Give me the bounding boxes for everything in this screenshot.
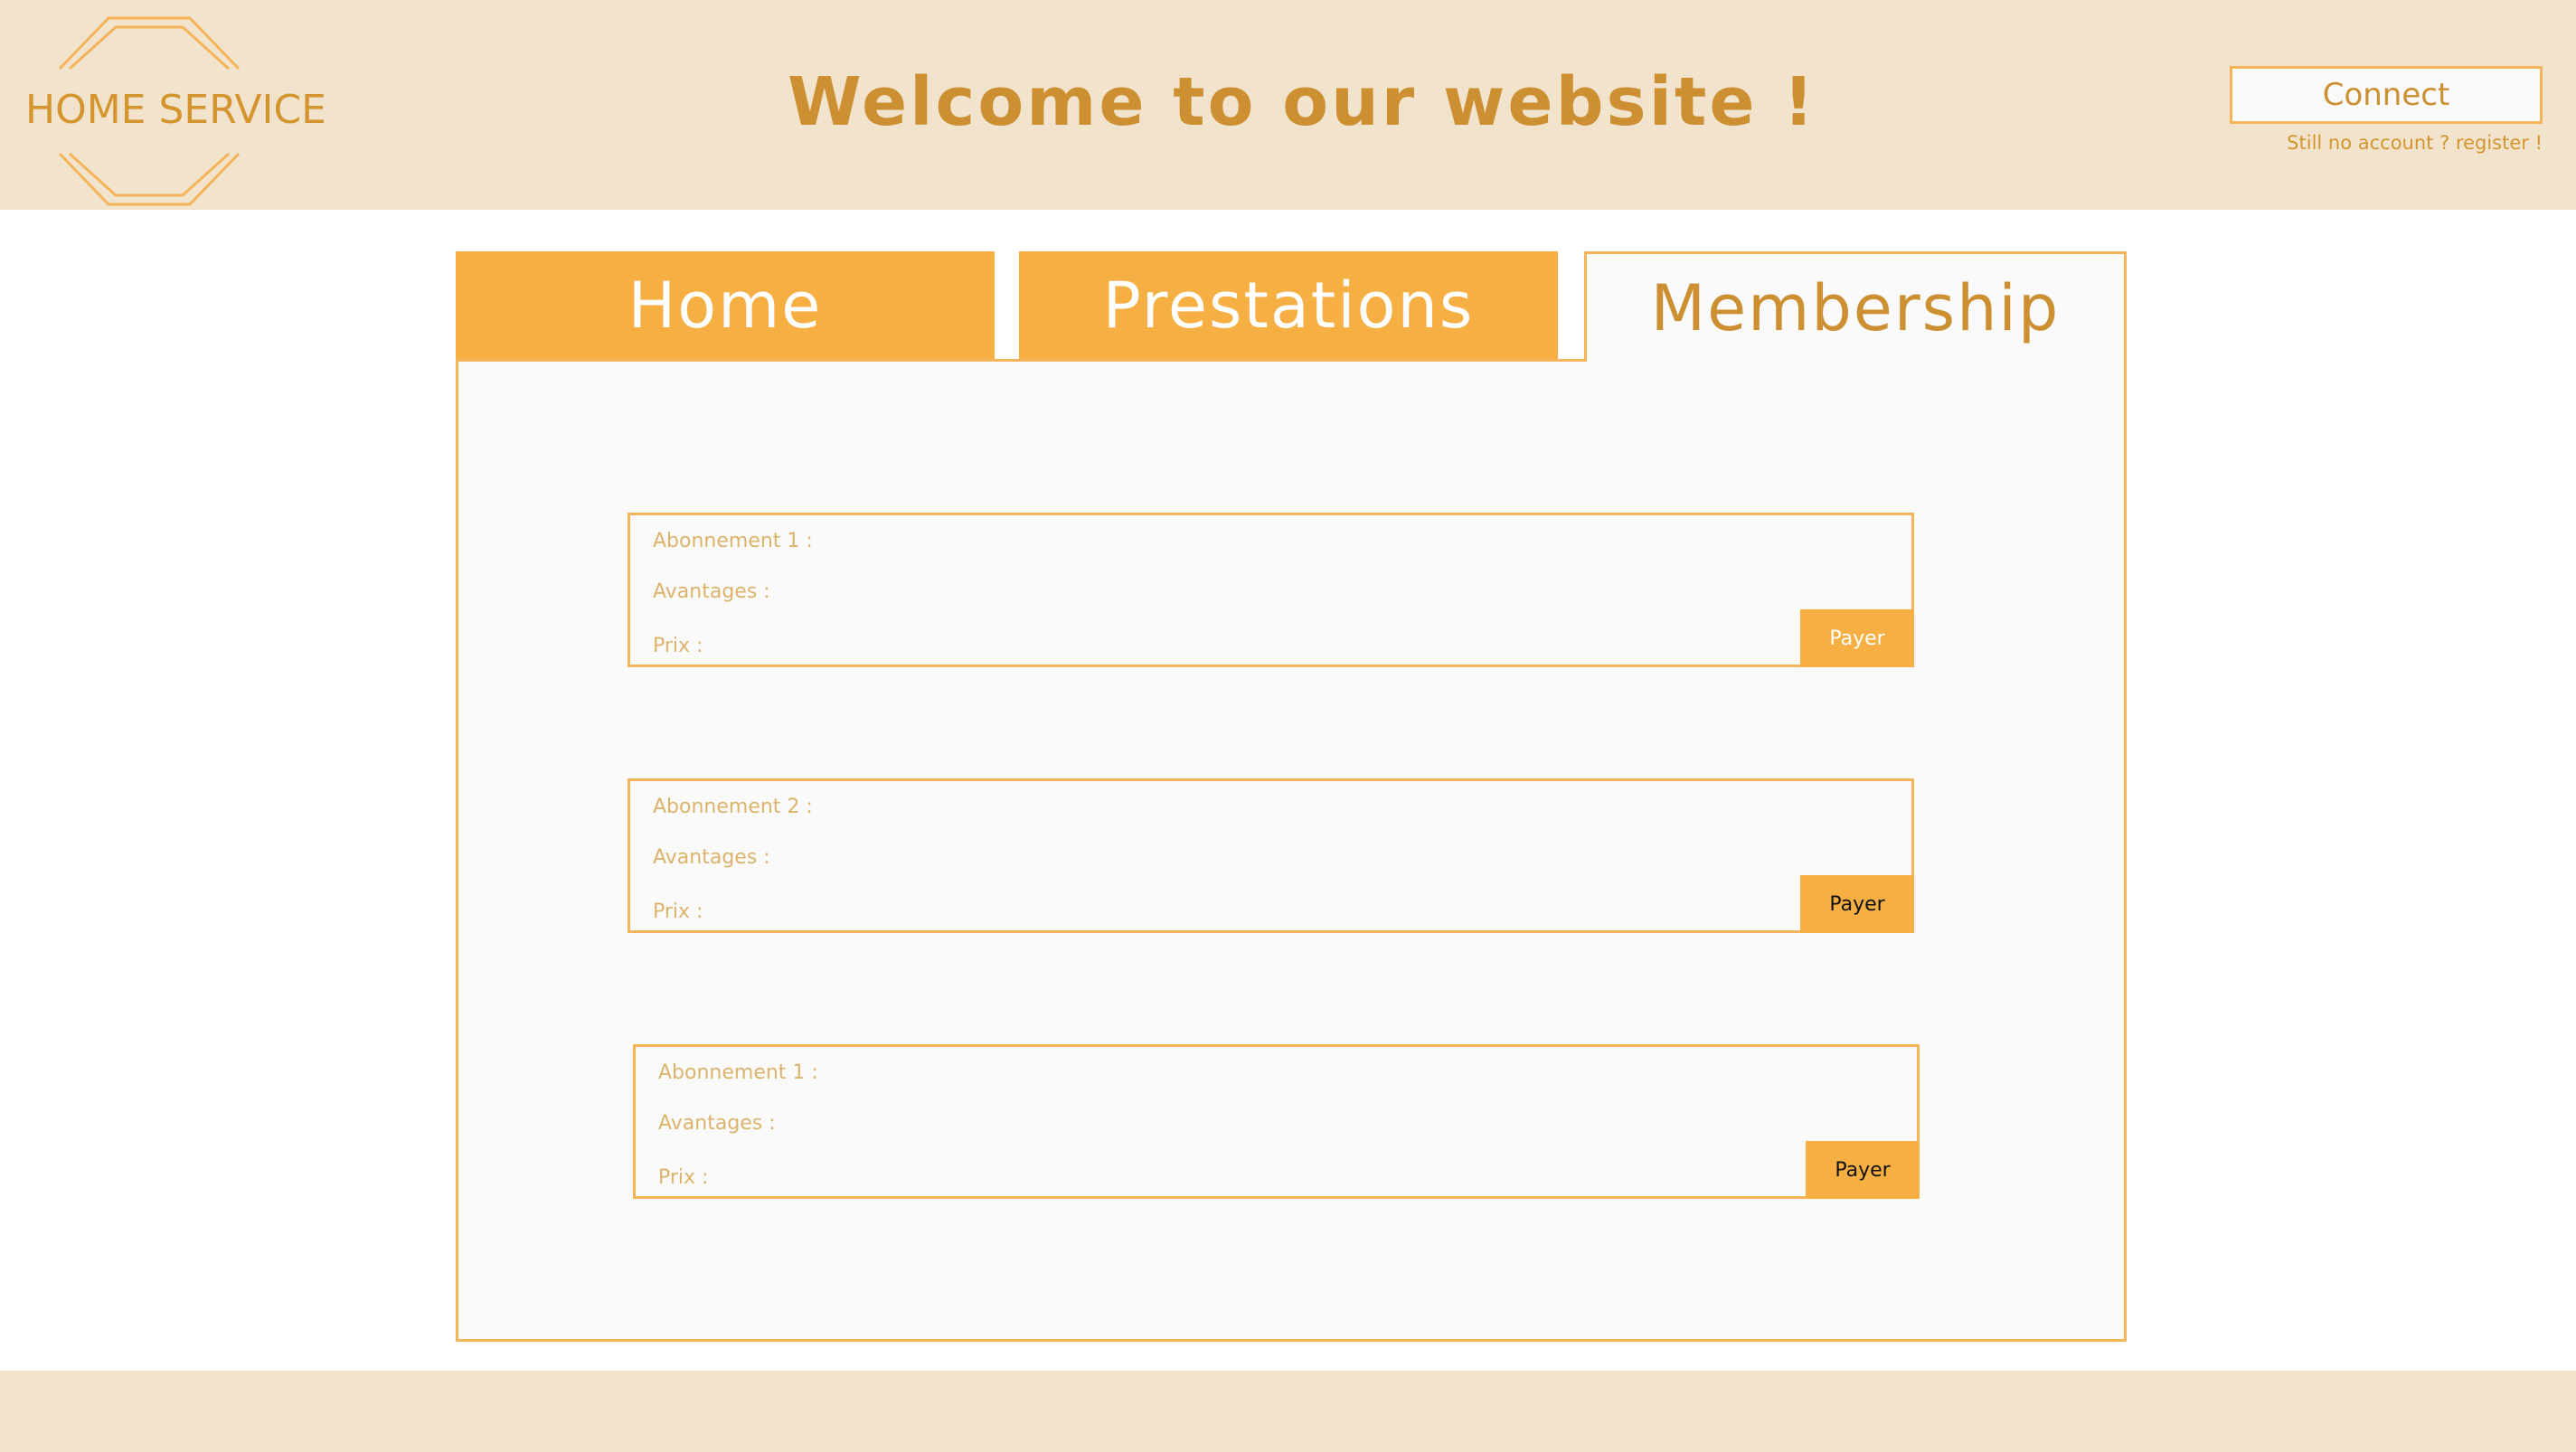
subscription-card: Abonnement 1 : Avantages : Prix : Payer <box>633 1044 1920 1199</box>
subscription-name: Abonnement 1 : <box>653 530 813 552</box>
header: HOME SERVICE Welcome to our website ! Co… <box>0 0 2576 210</box>
site-title: Welcome to our website ! <box>787 63 1817 141</box>
subscription-price: Prix : <box>653 900 703 923</box>
register-link[interactable]: Still no account ? register ! <box>2233 132 2543 154</box>
tab-prestations[interactable]: Prestations <box>1019 251 1558 360</box>
footer <box>0 1371 2576 1452</box>
logo-text: HOME SERVICE <box>25 87 326 133</box>
subscription-advantages: Avantages : <box>653 846 770 869</box>
pay-button[interactable]: Payer <box>1806 1141 1920 1199</box>
pay-button[interactable]: Payer <box>1800 875 1914 933</box>
pay-button[interactable]: Payer <box>1800 609 1914 667</box>
subscription-name: Abonnement 1 : <box>658 1061 818 1084</box>
subscription-name: Abonnement 2 : <box>653 796 813 818</box>
subscription-card: Abonnement 1 : Avantages : Prix : Payer <box>627 513 1914 667</box>
subscription-advantages: Avantages : <box>658 1112 776 1135</box>
subscription-advantages: Avantages : <box>653 580 770 603</box>
subscription-card: Abonnement 2 : Avantages : Prix : Payer <box>627 778 1914 933</box>
subscription-price: Prix : <box>653 635 703 657</box>
connect-button[interactable]: Connect <box>2230 66 2543 124</box>
subscription-price: Prix : <box>658 1166 709 1189</box>
home-service-logo[interactable]: HOME SERVICE <box>25 16 326 206</box>
tab-home[interactable]: Home <box>456 251 995 360</box>
tab-membership[interactable]: Membership <box>1584 251 2127 362</box>
